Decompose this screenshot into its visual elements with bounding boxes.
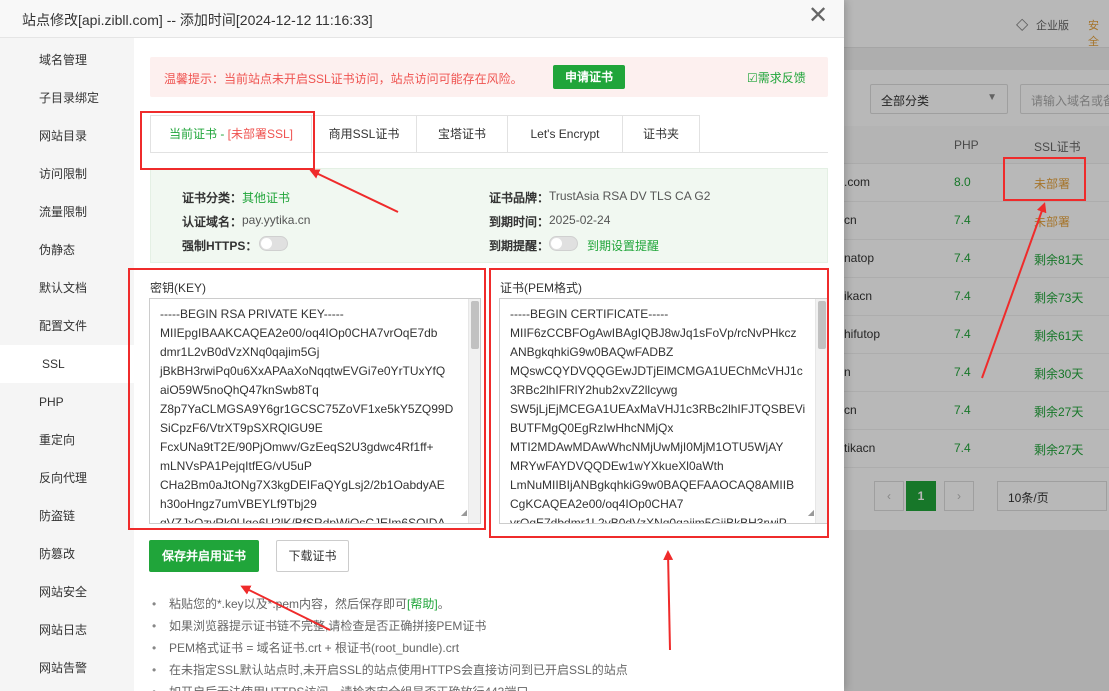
annotation-box-cert [489, 268, 829, 538]
sidebar-item[interactable]: 网站安全 [0, 573, 134, 611]
note-item: 如开启后无法使用HTTPS访问，请检查安全组是否正确放行443端口 [152, 681, 832, 691]
note-item: PEM格式证书 = 域名证书.crt + 根证书(root_bundle).cr… [152, 637, 832, 659]
download-cert-button[interactable]: 下载证书 [276, 540, 349, 572]
alert-message: 温馨提示：当前站点未开启SSL证书访问，站点访问可能存在风险。 [164, 72, 523, 86]
sidebar-item[interactable]: PHP [0, 383, 134, 421]
sidebar-item[interactable]: 网站日志 [0, 611, 134, 649]
ssl-warning-alert: 温馨提示：当前站点未开启SSL证书访问，站点访问可能存在风险。 申请证书 ☑需求… [150, 57, 828, 97]
sidebar-item[interactable]: 域名管理 [0, 41, 134, 79]
annotation-box-tab [140, 111, 315, 170]
cert-info-panel: 证书分类： 其他证书 证书品牌： TrustAsia RSA DV TLS CA… [150, 168, 828, 263]
sidebar-item[interactable]: 反向代理 [0, 459, 134, 497]
sidebar-item[interactable]: 防盗链 [0, 497, 134, 535]
note-item: 粘贴您的*.key以及*.pem内容，然后保存即可[帮助]。 [152, 593, 832, 615]
cert-domain-label: 认证域名： [182, 215, 243, 229]
sidebar-item[interactable]: 重定向 [0, 421, 134, 459]
cert-brand-value: TrustAsia RSA DV TLS CA G2 [549, 189, 711, 203]
annotation-box-key [128, 268, 486, 530]
cert-brand-label: 证书品牌： [489, 191, 550, 205]
expire-remind-label: 到期提醒： [489, 239, 550, 253]
cert-expire-value: 2025-02-24 [549, 213, 611, 227]
annotation-box-ssl-status [1003, 157, 1086, 201]
cert-category-label: 证书分类： [182, 191, 243, 205]
cert-category-value: 其他证书 [242, 191, 291, 205]
tab-cert-folder[interactable]: 证书夹 [623, 115, 700, 153]
sidebar-item[interactable]: 防篡改 [0, 535, 134, 573]
modal-title-bar: 站点修改[api.zibll.com] -- 添加时间[2024-12-12 1… [0, 0, 844, 38]
cert-expire-label: 到期时间： [489, 215, 550, 229]
cert-domain-value: pay.yytika.cn [242, 213, 311, 227]
note-item: 如果浏览器提示证书链不完整,请检查是否正确拼接PEM证书 [152, 615, 832, 637]
feedback-link[interactable]: ☑需求反馈 [747, 69, 806, 86]
sidebar-item[interactable]: 子目录绑定 [0, 79, 134, 117]
force-https-toggle[interactable] [259, 236, 288, 251]
sidebar-item[interactable]: 伪静态 [0, 231, 134, 269]
close-icon[interactable]: ✕ [808, 4, 828, 28]
force-https-label: 强制HTTPS： [182, 239, 258, 253]
expire-remind-link[interactable]: 到期设置提醒 [587, 237, 659, 254]
sidebar-item[interactable]: 默认文档 [0, 269, 134, 307]
sidebar-item[interactable]: 访问限制 [0, 155, 134, 193]
save-enable-cert-button[interactable]: 保存并启用证书 [149, 540, 259, 572]
apply-cert-button[interactable]: 申请证书 [553, 65, 625, 89]
note-item: 在未指定SSL默认站点时,未开启SSL的站点使用HTTPS会直接访问到已开启SS… [152, 659, 832, 681]
sidebar-item[interactable]: 流量限制 [0, 193, 134, 231]
expire-remind-toggle[interactable] [549, 236, 578, 251]
tab-baota-cert[interactable]: 宝塔证书 [417, 115, 508, 153]
help-link[interactable]: [帮助] [407, 597, 438, 611]
sidebar-item[interactable]: SSL [0, 345, 134, 383]
ssl-notes: 粘贴您的*.key以及*.pem内容，然后保存即可[帮助]。如果浏览器提示证书链… [152, 593, 832, 691]
sidebar-item[interactable]: 配置文件 [0, 307, 134, 345]
tab-commercial-ssl[interactable]: 商用SSL证书 [312, 115, 417, 153]
sidebar-item[interactable]: 网站告警 [0, 649, 134, 687]
tab-letsencrypt[interactable]: Let's Encrypt [508, 115, 623, 153]
modal-title: 站点修改[api.zibll.com] -- 添加时间[2024-12-12 1… [22, 12, 373, 28]
modal-sidebar: 域名管理 子目录绑定 网站目录 访问限制 流量限制 伪静态 默认文档 配置文件 SSL PHP 重定… [0, 38, 134, 691]
sidebar-item[interactable]: 网站目录 [0, 117, 134, 155]
